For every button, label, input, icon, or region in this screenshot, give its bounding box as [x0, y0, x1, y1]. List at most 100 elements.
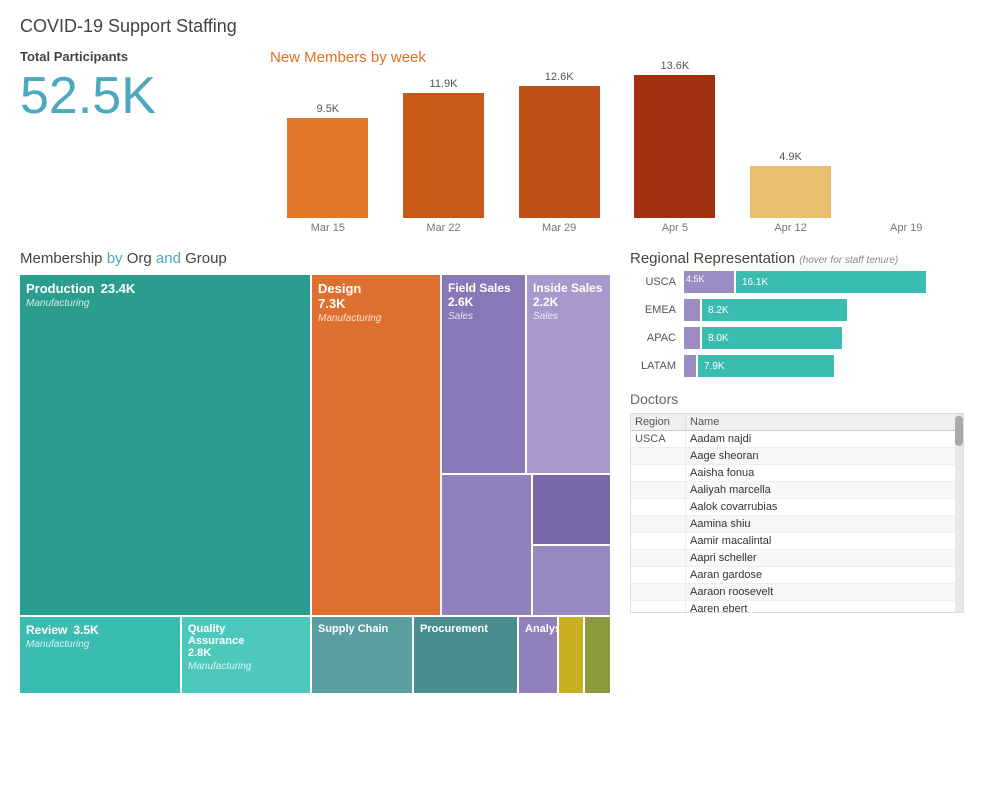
treemap-cell-qa[interactable]: QualityAssurance 2.8K Manufacturing [182, 617, 310, 693]
doctor-name: Aamina shiu [686, 516, 963, 532]
treemap-cell-fieldsales[interactable]: Field Sales 2.6K Sales [442, 275, 525, 473]
doctor-region [631, 482, 686, 498]
doctor-name: Aaran gardose [686, 567, 963, 583]
scrollbar[interactable] [955, 414, 963, 612]
region-large-val: 8.2K [702, 305, 735, 316]
doctor-name: Aaren ebert [686, 601, 963, 613]
bar-rect[interactable] [750, 166, 831, 218]
region-row: LATAM 7.9K [630, 355, 964, 377]
total-participants-panel: Total Participants 52.5K [20, 49, 250, 234]
treemap-cell-small1[interactable] [559, 617, 584, 693]
bar-label: Mar 22 [426, 222, 460, 234]
doctor-row[interactable]: Aage sheoran [631, 448, 963, 465]
doctor-row[interactable]: Aaran gardose [631, 567, 963, 584]
doctor-name: Aadam najdi [686, 431, 963, 447]
region-small-val [684, 356, 688, 370]
treemap-cell-review[interactable]: Review 3.5K Manufacturing [20, 617, 180, 693]
treemap-cell-production[interactable]: Production 23.4K Manufacturing [20, 275, 310, 615]
bar-rect[interactable] [634, 75, 715, 218]
treemap-cell-r1[interactable] [442, 475, 531, 615]
doctor-row[interactable]: Aaisha fonua [631, 465, 963, 482]
bar-label: Mar 15 [311, 222, 345, 234]
doctor-region [631, 584, 686, 600]
treemap-cell-r2b[interactable] [533, 546, 610, 615]
bar-value: 9.5K [317, 103, 340, 115]
page-title: COVID-19 Support Staffing [20, 16, 964, 37]
doctors-scroll[interactable]: Region Name USCA Aadam najdi Aage sheora… [630, 413, 964, 613]
treemap-cell-r2-col [533, 475, 610, 615]
treemap-cell-supplychain[interactable]: Supply Chain [312, 617, 412, 693]
doctor-name: Aapri scheller [686, 550, 963, 566]
doctors-list: Region Name USCA Aadam najdi Aage sheora… [631, 414, 963, 613]
treemap-cell-small2[interactable] [585, 617, 610, 693]
scrollbar-thumb[interactable] [955, 416, 963, 446]
treemap-cell-analyst[interactable]: Analyst [519, 617, 557, 693]
treemap-cell-procurement[interactable]: Procurement [414, 617, 517, 693]
region-bar-large: 8.2K [702, 299, 847, 321]
region-bar-small [684, 355, 696, 377]
region-label: APAC [630, 332, 676, 344]
region-row: USCA 4.5K 16.1K [630, 271, 964, 293]
bar-group: 13.6K Apr 5 [617, 60, 733, 234]
regional-title: Regional Representation (hover for staff… [630, 250, 964, 267]
right-section: Regional Representation (hover for staff… [630, 250, 964, 695]
bar-group: 9.5K Mar 15 [270, 103, 386, 234]
bar-group: 11.9KMar 22 [386, 78, 502, 234]
bar-group: 4.9K Apr 12 [733, 151, 849, 234]
doctor-region [631, 516, 686, 532]
region-large-val: 7.9K [698, 361, 731, 372]
doctor-row[interactable]: Aalok covarrubias [631, 499, 963, 516]
treemap-section: Membership by Org and Group Production 2… [20, 250, 610, 695]
treemap-cell-r2a[interactable] [533, 475, 610, 544]
region-row: EMEA 8.2K [630, 299, 964, 321]
doctor-name: Aaliyah marcella [686, 482, 963, 498]
treemap-cell-design[interactable]: Design 7.3K Manufacturing [312, 275, 440, 615]
region-label: USCA [630, 276, 676, 288]
region-row: APAC 8.0K [630, 327, 964, 349]
bar-value: 12.6K [545, 71, 574, 83]
bar-chart-container: 9.5KMar 1511.9KMar 2212.6KMar 2913.6KApr… [270, 74, 964, 234]
bar-rect[interactable] [519, 86, 600, 218]
bar-label: Apr 19 [890, 222, 922, 234]
bar-value: 13.6K [660, 60, 689, 72]
region-large-val: 8.0K [702, 333, 735, 344]
bar-label: Apr 5 [662, 222, 688, 234]
bar-value: 4.9K [779, 151, 802, 163]
doctor-name: Aaisha fonua [686, 465, 963, 481]
region-bar-large: 7.9K [698, 355, 834, 377]
doctor-region [631, 533, 686, 549]
doctor-row[interactable]: Aaren ebert [631, 601, 963, 613]
region-bars: 7.9K [684, 355, 834, 377]
bar-label: Apr 12 [774, 222, 806, 234]
doctor-region [631, 550, 686, 566]
doctor-region [631, 499, 686, 515]
region-small-val [684, 328, 688, 342]
total-participants-label: Total Participants [20, 49, 250, 64]
region-bar-large: 16.1K [736, 271, 926, 293]
doctor-row[interactable]: Aaraon roosevelt [631, 584, 963, 601]
doctors-header: Region Name [631, 414, 963, 431]
region-bar-small [684, 327, 700, 349]
doctor-name: Aage sheoran [686, 448, 963, 464]
bar-rect[interactable] [287, 118, 368, 218]
treemap: Production 23.4K Manufacturing Design 7.… [20, 275, 610, 695]
doctor-row[interactable]: Aamina shiu [631, 516, 963, 533]
bar-rect[interactable] [403, 93, 484, 218]
total-participants-value: 52.5K [20, 70, 250, 122]
doctor-region [631, 448, 686, 464]
doctor-row[interactable]: USCA Aadam najdi [631, 431, 963, 448]
region-bar-small: 4.5K [684, 271, 734, 293]
treemap-row2: Review 3.5K Manufacturing QualityAssuran… [20, 617, 610, 693]
doctor-row[interactable]: Aaliyah marcella [631, 482, 963, 499]
treemap-sales-row: Field Sales 2.6K Sales Inside Sales 2.2K [442, 275, 610, 473]
regional-chart: Regional Representation (hover for staff… [630, 250, 964, 377]
doctor-row[interactable]: Aapri scheller [631, 550, 963, 567]
region-bar-small [684, 299, 700, 321]
region-bar-large: 8.0K [702, 327, 842, 349]
region-label: LATAM [630, 360, 676, 372]
treemap-bottom-analyst: Analyst [519, 617, 610, 693]
bar-group: 12.6KMar 29 [501, 71, 617, 234]
doctors-col-region: Region [631, 414, 686, 430]
treemap-cell-insidesales[interactable]: Inside Sales 2.2K Sales [527, 275, 610, 473]
doctor-row[interactable]: Aamir macalintal [631, 533, 963, 550]
